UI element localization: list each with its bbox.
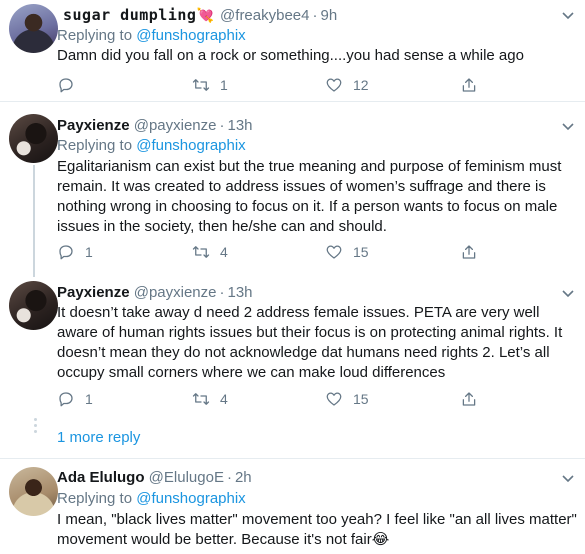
tweet-header: Payxienze @payxienze · 13h: [57, 116, 253, 136]
display-name[interactable]: sugar dumpling: [63, 6, 196, 24]
retweet-icon: [192, 393, 210, 405]
timestamp[interactable]: 13h: [228, 284, 253, 301]
user-handle[interactable]: @ElulugoE: [149, 469, 224, 486]
reply-button[interactable]: 1: [57, 242, 93, 262]
reply-icon: [59, 392, 73, 407]
display-name[interactable]: Ada Elulugo: [57, 469, 145, 486]
tweet-text: Damn did you fall on a rock or something…: [57, 47, 524, 64]
share-icon: [462, 245, 476, 259]
tweet-3[interactable]: Payxienze @payxienze · 13h It doesn’t take…: [0, 276, 585, 416]
heart-icon: [326, 78, 342, 92]
timestamp[interactable]: 9h: [321, 7, 338, 24]
retweet-icon: [192, 246, 210, 258]
retweet-button[interactable]: 1: [192, 75, 228, 95]
reply-icon: [59, 78, 73, 93]
replying-to: Replying to @funshographix: [57, 489, 246, 509]
retweet-button[interactable]: 4: [192, 242, 228, 262]
separator-dot: ·: [226, 469, 232, 486]
avatar[interactable]: [9, 114, 58, 163]
more-replies-link[interactable]: 1 more reply: [57, 429, 140, 446]
replying-to: Replying to @funshographix: [57, 136, 246, 156]
separator-dot: ·: [219, 117, 225, 134]
share-icon: [462, 392, 476, 406]
separator-dot: ·: [219, 284, 225, 301]
tweet-actions: 1 4 15: [57, 242, 487, 262]
tweet-header: sugar dumpling💘 @freakybee4 · 9h: [63, 5, 337, 26]
tweet-header: Payxienze @payxienze · 13h: [57, 283, 253, 303]
tweet-2[interactable]: Payxienze @payxienze · 13h Replying to @fu…: [0, 102, 585, 277]
replying-handle-link[interactable]: @funshographix: [136, 137, 245, 154]
user-handle[interactable]: @payxienze: [134, 284, 217, 301]
avatar[interactable]: [9, 467, 58, 516]
display-name[interactable]: Payxienze: [57, 117, 130, 134]
timestamp[interactable]: 2h: [235, 469, 252, 486]
tweet-text: It doesn’t take away d need 2 address fe…: [57, 304, 563, 381]
tweet-4[interactable]: Ada Elulugo @ElulugoE · 2h Replying to @fu…: [0, 459, 585, 554]
share-button[interactable]: [460, 75, 478, 95]
replying-label: Replying to: [57, 27, 133, 44]
retweet-count: 4: [220, 244, 228, 260]
chevron-down-icon[interactable]: [558, 116, 578, 136]
share-button[interactable]: [460, 242, 478, 262]
replying-label: Replying to: [57, 490, 133, 507]
tweet-actions: 1 12: [57, 75, 487, 95]
reply-icon: [59, 245, 73, 260]
like-button[interactable]: 15: [325, 389, 369, 409]
like-button[interactable]: 12: [325, 75, 369, 95]
like-count: 12: [353, 77, 369, 93]
avatar[interactable]: [9, 4, 58, 53]
retweet-icon: [192, 79, 210, 91]
reply-button[interactable]: 1: [57, 389, 93, 409]
chevron-down-icon[interactable]: [558, 283, 578, 303]
thread-ellipsis: [34, 418, 38, 436]
heart-emoji: 💘: [196, 7, 214, 23]
heart-icon: [326, 392, 342, 406]
thread-line: [33, 165, 35, 277]
user-handle[interactable]: @freakybee4: [220, 7, 309, 24]
share-button[interactable]: [460, 389, 478, 409]
like-count: 15: [353, 391, 369, 407]
like-count: 15: [353, 244, 369, 260]
tweet-text: Egalitarianism can exist but the true me…: [57, 158, 562, 235]
retweet-count: 1: [220, 77, 228, 93]
chevron-down-icon[interactable]: [558, 468, 578, 488]
separator-dot: ·: [312, 7, 318, 24]
like-button[interactable]: 15: [325, 242, 369, 262]
reply-button[interactable]: [57, 75, 85, 95]
replying-label: Replying to: [57, 137, 133, 154]
tweet-text: I mean, "black lives matter" movement to…: [57, 511, 577, 548]
avatar[interactable]: [9, 281, 58, 330]
tweet-actions: 1 4 15: [57, 389, 487, 409]
retweet-count: 4: [220, 391, 228, 407]
replying-to: Replying to @funshographix: [57, 26, 246, 46]
reply-count: 1: [85, 244, 93, 260]
chevron-down-icon[interactable]: [558, 5, 578, 25]
display-name[interactable]: Payxienze: [57, 284, 130, 301]
share-icon: [462, 78, 476, 92]
heart-icon: [326, 245, 342, 259]
retweet-button[interactable]: 4: [192, 389, 228, 409]
tweet-header: Ada Elulugo @ElulugoE · 2h: [57, 468, 252, 488]
timestamp[interactable]: 13h: [228, 117, 253, 134]
reply-count: 1: [85, 391, 93, 407]
user-handle[interactable]: @payxienze: [134, 117, 217, 134]
replying-handle-link[interactable]: @funshographix: [136, 490, 245, 507]
tweet-1[interactable]: sugar dumpling💘 @freakybee4 · 9h Replying …: [0, 0, 585, 100]
replying-handle-link[interactable]: @funshographix: [136, 27, 245, 44]
